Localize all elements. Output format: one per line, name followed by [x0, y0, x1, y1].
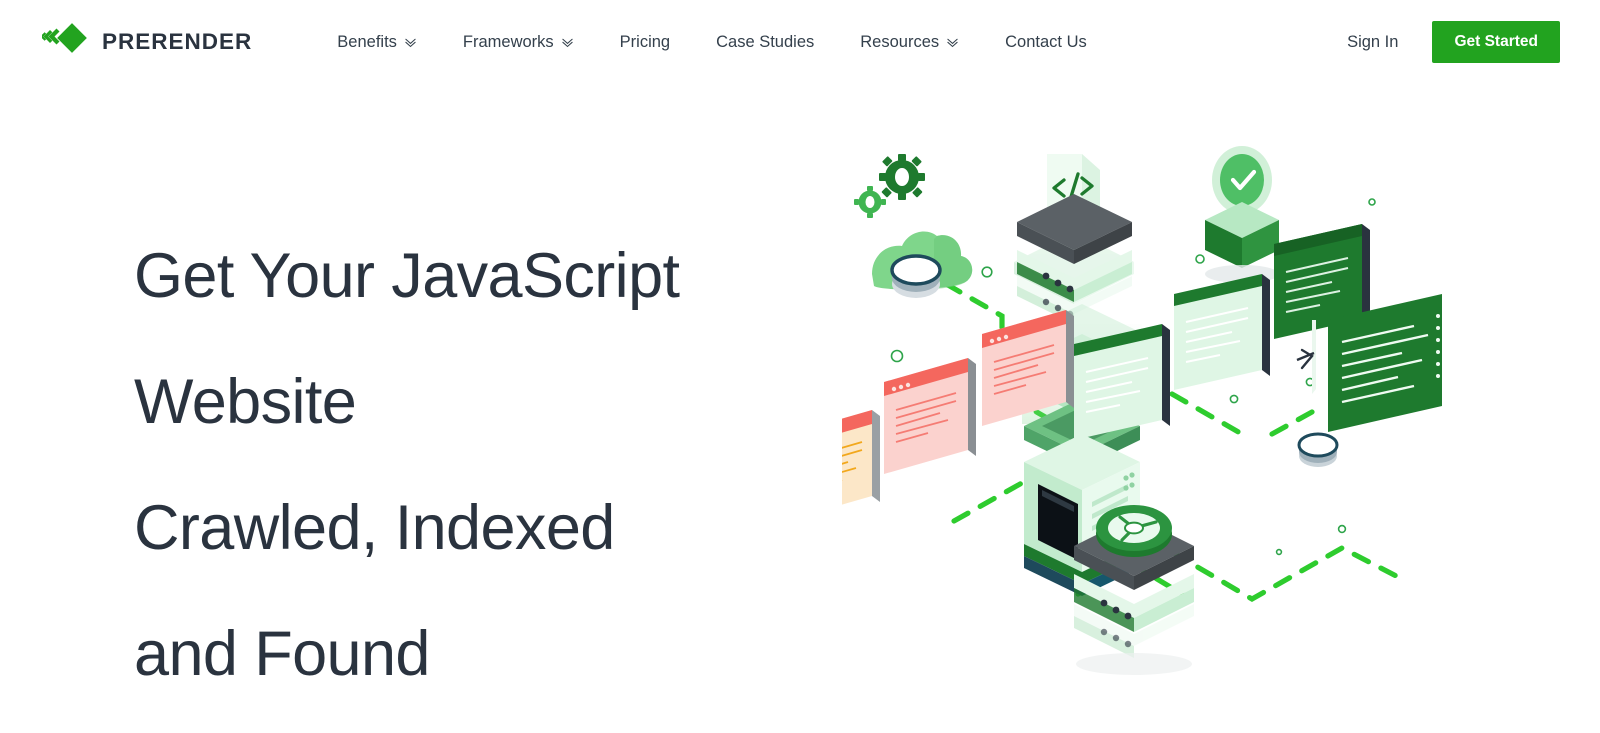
brand-name: PRERENDER [102, 29, 253, 54]
prerender-diamond-logo-icon [42, 23, 87, 53]
clock-check-cube-icon [1205, 146, 1279, 283]
browser-card-green-3 [1074, 324, 1170, 440]
nav-label: Contact Us [1005, 32, 1087, 51]
nav-item-benefits[interactable]: Benefits [314, 33, 440, 52]
site-header: PRERENDER Benefits Frameworks Pricing Ca… [0, 0, 1600, 84]
headline-line-1: Get Your JavaScript [134, 241, 680, 311]
browser-card-cream-1 [842, 410, 880, 505]
chevron-down-icon [947, 38, 958, 47]
brand-logo-link[interactable]: PRERENDER [42, 21, 252, 63]
headline-line-2: Website [134, 367, 357, 437]
hero-copy: Get Your JavaScript Website Crawled, Ind… [42, 84, 842, 733]
headline-line-4: and Found [134, 619, 430, 689]
header-actions: Sign In Get Started [1327, 21, 1560, 63]
gears-icon [854, 154, 925, 218]
headline-highlight-word: Crawled, [134, 497, 416, 563]
nav-label: Case Studies [716, 32, 815, 51]
nav-label: Benefits [337, 32, 397, 51]
nav-item-resources[interactable]: Resources [837, 33, 982, 52]
browser-card-green-2 [1174, 274, 1270, 390]
nav-label: Resources [860, 32, 940, 51]
hero-section: Get Your JavaScript Website Crawled, Ind… [0, 84, 1600, 733]
hero-illustration-area [842, 84, 1560, 733]
nav-item-frameworks[interactable]: Frameworks [440, 33, 597, 52]
main-navigation: Benefits Frameworks Pricing Case Studies… [314, 33, 1109, 52]
nav-label: Pricing [619, 32, 671, 51]
magnifier-puck-icon [890, 254, 942, 298]
nav-label: Frameworks [462, 32, 554, 51]
magnifier-puck-right-icon [1297, 432, 1339, 467]
sign-in-link[interactable]: Sign In [1327, 33, 1432, 52]
chevron-down-icon [405, 38, 416, 47]
nav-item-pricing[interactable]: Pricing [597, 33, 693, 52]
chevron-down-icon [562, 38, 573, 47]
nav-item-contact-us[interactable]: Contact Us [982, 33, 1110, 52]
page-title: Get Your JavaScript Website Crawled, Ind… [134, 182, 842, 733]
get-started-button[interactable]: Get Started [1432, 21, 1560, 63]
code-file-server-icon [1014, 154, 1134, 324]
headline-line-3-rest: Indexed [377, 493, 616, 563]
headline-line-3: Crawled, Indexed [134, 497, 842, 563]
browser-card-pink-2 [884, 358, 976, 474]
headline-highlight-text: Crawled, [134, 493, 378, 563]
isometric-prerendering-flow-illustration [842, 146, 1442, 675]
nav-item-case-studies[interactable]: Case Studies [693, 33, 837, 52]
